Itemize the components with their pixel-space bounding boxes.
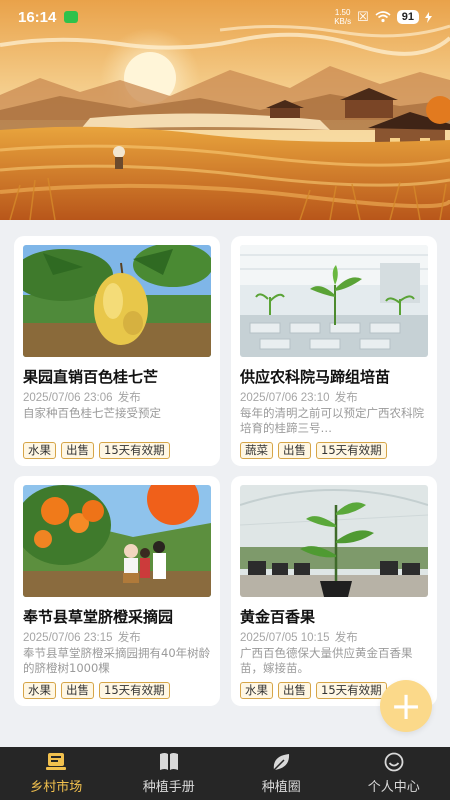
passion-fruit-seedling-image	[240, 485, 428, 597]
mango-image	[23, 245, 211, 357]
publish-date-value: 2025/07/06 23:06	[23, 392, 113, 404]
battery-level: 91	[396, 10, 419, 24]
publish-date-value: 2025/07/06 23:15	[23, 632, 113, 644]
tag-validity: 15天有效期	[316, 682, 387, 699]
status-bar: 16:14 1.50 KB/s ☒ 91	[0, 0, 450, 34]
product-card[interactable]: 供应农科院马蹄组培苗 2025/07/06 23:10 发布 每年的清明之前可以…	[231, 236, 437, 466]
tab-label: 乡村市场	[30, 780, 83, 795]
charging-icon	[425, 11, 432, 23]
tag-list: 水果 出售 15天有效期	[23, 682, 211, 699]
publish-date-suffix: 发布	[117, 392, 141, 404]
plus-icon: +	[390, 684, 422, 728]
sim-off-icon: ☒	[357, 9, 369, 24]
product-title: 奉节县草堂脐橙采摘园	[23, 608, 174, 626]
wechat-notification-icon	[64, 11, 79, 23]
publish-date-suffix: 发布	[334, 392, 358, 404]
product-title: 果园直销百色桂七芒	[23, 368, 159, 386]
tab-planting-circle[interactable]: 种植圈	[225, 747, 338, 800]
tag-validity: 15天有效期	[99, 442, 170, 459]
network-speed: 1.50 KB/s	[334, 8, 351, 26]
tag-type: 出售	[61, 682, 94, 699]
tab-profile[interactable]: 个人中心	[338, 747, 450, 800]
tag-category: 水果	[23, 442, 56, 459]
publish-date: 2025/07/05 10:15 发布	[240, 629, 428, 645]
product-image	[240, 485, 428, 597]
publish-date: 2025/07/06 23:06 发布	[23, 389, 211, 405]
product-card[interactable]: 黄金百香果 2025/07/05 10:15 发布 广西百色德保大量供应黄金百香…	[231, 476, 437, 706]
tag-validity: 15天有效期	[99, 682, 170, 699]
tab-label: 个人中心	[367, 780, 420, 795]
tag-type: 出售	[278, 682, 311, 699]
leaf-icon	[273, 754, 290, 771]
tab-market[interactable]: 乡村市场	[0, 747, 113, 800]
product-description: 自家种百色桂七芒接受预定	[23, 406, 161, 420]
orange-orchard-image	[23, 485, 211, 597]
add-post-button[interactable]: +	[380, 680, 432, 732]
publish-date-suffix: 发布	[334, 632, 358, 644]
tag-validity: 15天有效期	[316, 442, 387, 459]
product-card[interactable]: 奉节县草堂脐橙采摘园 2025/07/06 23:15 发布 奉节县草堂脐橙采摘…	[14, 476, 220, 706]
product-title: 黄金百香果	[240, 608, 316, 626]
profile-icon	[384, 752, 404, 772]
network-speed-unit: KB/s	[334, 17, 352, 26]
tag-list: 水果 出售 15天有效期	[23, 442, 211, 459]
tag-list: 蔬菜 出售 15天有效期	[240, 442, 428, 459]
network-speed-value: 1.50	[334, 8, 351, 17]
product-image	[23, 245, 211, 357]
tag-category: 蔬菜	[240, 442, 273, 459]
publish-date-suffix: 发布	[117, 632, 141, 644]
market-icon	[46, 753, 67, 770]
product-image	[23, 485, 211, 597]
status-time: 16:14	[18, 8, 57, 26]
publish-date-value: 2025/07/05 10:15	[240, 632, 330, 644]
tab-label: 种植手册	[142, 780, 195, 795]
publish-date-value: 2025/07/06 23:10	[240, 392, 330, 404]
bottom-tab-bar: 乡村市场 种植手册 种植圈 个人中心	[0, 747, 450, 800]
product-image	[240, 245, 428, 357]
product-description: 广西百色德保大量供应黄金百香果苗，嫁接苗。	[240, 646, 413, 675]
publish-date: 2025/07/06 23:10 发布	[240, 389, 428, 405]
product-title: 供应农科院马蹄组培苗	[240, 368, 391, 386]
tag-type: 出售	[278, 442, 311, 459]
product-description: 奉节县草堂脐橙采摘园拥有40年树龄的脐橙树1000棵	[23, 646, 211, 675]
seedling-lab-image	[240, 245, 428, 357]
tag-type: 出售	[61, 442, 94, 459]
product-card[interactable]: 果园直销百色桂七芒 2025/07/06 23:06 发布 自家种百色桂七芒接受…	[14, 236, 220, 466]
tag-category: 水果	[240, 682, 273, 699]
tab-planting-manual[interactable]: 种植手册	[113, 747, 226, 800]
publish-date: 2025/07/06 23:15 发布	[23, 629, 211, 645]
tag-category: 水果	[23, 682, 56, 699]
wifi-icon	[375, 11, 391, 23]
status-indicators: 1.50 KB/s ☒ 91	[334, 8, 432, 26]
product-description: 每年的清明之前可以预定广西农科院培育的桂蹄三号…	[240, 406, 424, 435]
tab-label: 种植圈	[261, 780, 301, 795]
book-icon	[159, 753, 178, 770]
